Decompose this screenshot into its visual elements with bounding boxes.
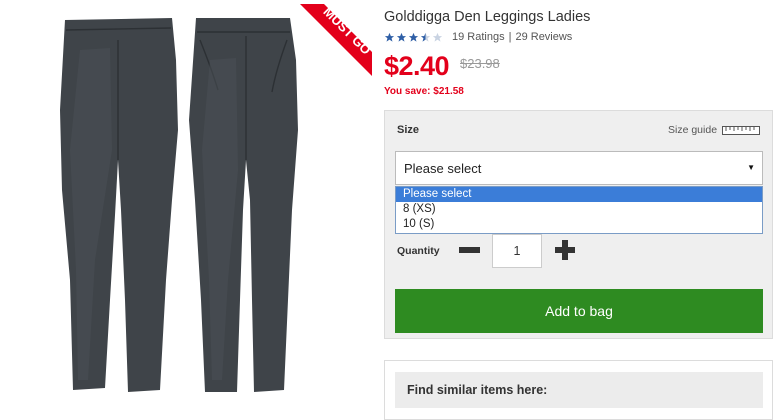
size-select[interactable]: Please select ▼ [395,151,763,185]
current-price: $2.40 [384,51,450,81]
rating-row: 19 Ratings | 29 Reviews [384,31,572,43]
similar-items-heading: Find similar items here: [395,372,763,408]
size-guide-label: Size guide [668,124,718,136]
star-full-icon [408,32,419,42]
star-rating[interactable] [384,32,444,43]
reviews-link[interactable]: 29 Reviews [515,31,572,43]
size-label: Size [397,124,420,136]
quantity-input[interactable]: 1 [492,234,542,268]
dropdown-arrow-icon: ▼ [747,163,755,172]
size-guide-link[interactable]: Size guide [668,124,761,136]
size-option[interactable]: Please select [396,187,762,202]
you-save-text: You save: $21.58 [384,86,464,97]
quantity-increase-button[interactable] [555,240,575,260]
size-option[interactable]: 8 (XS) [396,202,762,217]
star-empty-icon [432,32,443,42]
quantity-label: Quantity [397,245,440,257]
star-half-icon [420,32,431,42]
size-option[interactable]: 10 (S) [396,217,762,232]
ratings-separator: | [508,31,512,43]
ratings-link[interactable]: 19 Ratings [452,31,505,43]
product-title: Golddigga Den Leggings Ladies [384,9,591,25]
add-to-bag-button[interactable]: Add to bag [395,289,763,333]
must-go-badge: MUST GO [296,0,376,80]
size-select-value: Please select [404,161,482,176]
ruler-icon [722,125,761,135]
star-full-icon [396,32,407,42]
star-full-icon [384,32,395,42]
quantity-decrease-button[interactable] [459,247,480,253]
size-dropdown-list: Please select 8 (XS) 10 (S) [395,186,763,234]
was-price: $23.98 [460,56,500,71]
